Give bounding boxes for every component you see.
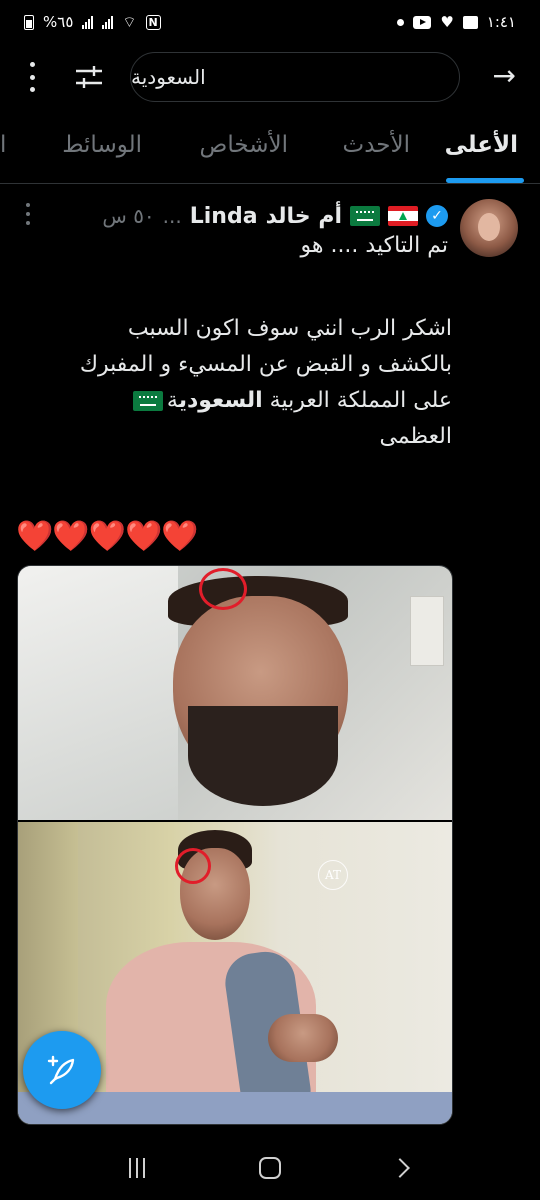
body-line-3-post: ة (166, 388, 179, 413)
tab-top[interactable]: الأعلى (445, 132, 518, 158)
display-name-latin[interactable]: Linda (190, 204, 258, 229)
post-header: ✓ أم خالد Linda ... ٥٠ س (102, 201, 448, 231)
tweet-post[interactable]: ✓ أم خالد Linda ... ٥٠ س تم التاكيد ....… (0, 185, 540, 1135)
signal-2-icon (102, 15, 114, 29)
post-body: اشكر الرب انني سوف اكون السبب بالكشف و ا… (32, 311, 452, 455)
notification-dot-icon (397, 18, 405, 26)
red-circle-mark-2 (175, 848, 211, 884)
active-tab-indicator (446, 178, 524, 183)
compose-feather-icon (47, 1055, 75, 1085)
status-left: %٦٥ ⌔ N (24, 13, 161, 32)
back-chevron-icon (390, 1157, 411, 1178)
wifi-icon: ⌔ (122, 12, 137, 31)
body-line-1: اشكر الرب انني سوف اكون السبب (127, 316, 452, 341)
sliders-icon[interactable] (74, 64, 104, 90)
tab-partial[interactable]: ا (0, 132, 6, 158)
body-line-3-pre: على المملكة العربية (269, 388, 452, 413)
status-bar: %٦٥ ⌔ N ♥ ١:٤١ (0, 0, 540, 44)
signal-icon (82, 15, 94, 29)
recent-apps-button[interactable] (117, 1148, 157, 1188)
more-vertical-icon[interactable] (28, 62, 36, 92)
youtube-icon (413, 15, 432, 29)
photo-top[interactable] (18, 566, 452, 820)
red-circle-mark (199, 568, 247, 610)
body-line-3: على المملكة العربية السعودية (32, 383, 452, 419)
saudi-flag-inline-icon (132, 391, 163, 411)
back-button[interactable] (383, 1148, 423, 1188)
avatar[interactable] (460, 199, 518, 257)
highlight-saudi: السعودي (178, 388, 263, 413)
tab-people[interactable]: الأشخاص (200, 132, 288, 158)
verified-badge-icon: ✓ (426, 205, 448, 227)
saudi-flag-icon (350, 206, 380, 226)
hearts-emoji: ❤️❤️❤️❤️❤️ (16, 519, 199, 554)
tab-latest[interactable]: الأحدث (343, 132, 410, 158)
body-line-2: بالكشف و القبض عن المسيء و المفبرك (79, 352, 452, 377)
hands-shape (268, 1014, 338, 1062)
lebanon-flag-icon (388, 206, 418, 226)
body-line-4: العظمى (379, 424, 452, 449)
arrow-right-icon[interactable]: → (493, 62, 516, 90)
name-truncation: ... (162, 204, 182, 228)
pillow-shape (18, 566, 178, 820)
post-time: ٥٠ س (102, 204, 155, 228)
nfc-icon: N (145, 14, 161, 30)
post-more-icon[interactable] (26, 203, 32, 225)
beard-shape (188, 706, 338, 806)
search-query: السعودية (131, 65, 206, 89)
home-icon (258, 1156, 281, 1179)
watermark: AT (318, 860, 348, 890)
search-input[interactable]: السعودية (130, 52, 460, 102)
gallery-icon (462, 15, 478, 29)
search-tabs: الأعلى الأحدث الأشخاص الوسائط ا (0, 118, 540, 184)
home-button[interactable] (250, 1148, 290, 1188)
search-top-bar: السعودية → (0, 44, 540, 110)
tab-media[interactable]: الوسائط (62, 132, 142, 158)
display-name[interactable]: أم خالد (266, 204, 342, 229)
system-nav-bar (0, 1135, 540, 1200)
compose-button[interactable] (23, 1031, 101, 1109)
battery-icon (24, 14, 34, 30)
heart-notification-icon: ♥ (440, 13, 454, 31)
wall-paper (410, 596, 444, 666)
battery-level: %٦٥ (43, 13, 74, 31)
clock-time: ١:٤١ (486, 13, 516, 31)
recent-apps-icon (128, 1157, 145, 1178)
status-right: ♥ ١:٤١ (397, 13, 516, 31)
post-subline: تم التاكيد .... هو (300, 233, 448, 258)
